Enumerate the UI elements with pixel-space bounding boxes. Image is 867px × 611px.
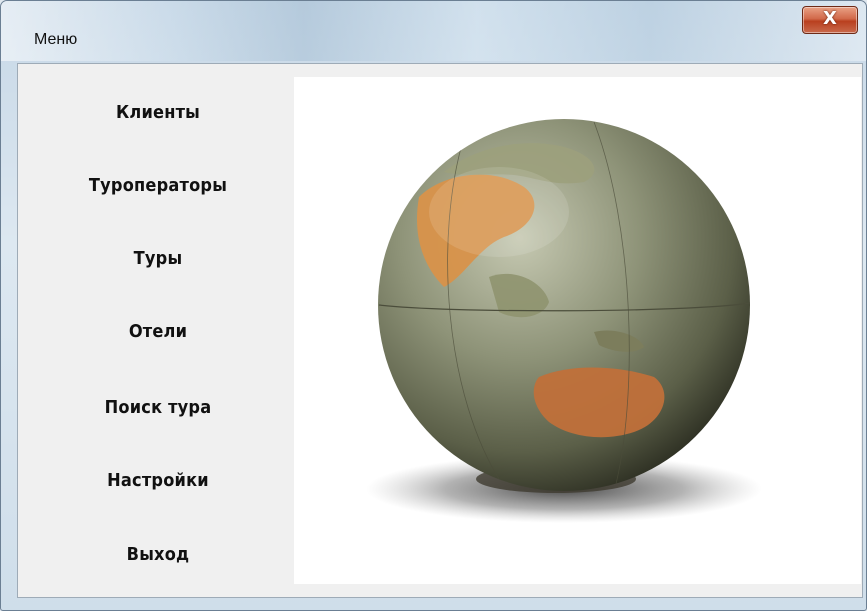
menu-item-settings[interactable]: Настройки xyxy=(18,470,298,491)
client-area: Клиенты Туроператоры Туры Отели Поиск ту… xyxy=(17,63,863,598)
menu-panel: Клиенты Туроператоры Туры Отели Поиск ту… xyxy=(18,64,298,597)
window-title: Меню xyxy=(34,31,78,48)
menu-item-exit[interactable]: Выход xyxy=(18,544,298,565)
globe-picture xyxy=(294,77,861,584)
title-bar[interactable]: Меню X xyxy=(1,1,866,61)
menu-item-hotels[interactable]: Отели xyxy=(18,321,298,342)
globe-image xyxy=(366,119,762,523)
menu-item-tour-operators[interactable]: Туроператоры xyxy=(18,175,298,196)
app-window: Меню X Клиенты Туроператоры Туры Отели П… xyxy=(0,0,867,611)
globe-highlight xyxy=(429,167,569,257)
close-icon: X xyxy=(823,8,837,29)
close-button[interactable]: X xyxy=(802,6,858,34)
menu-item-tour-search[interactable]: Поиск тура xyxy=(18,397,298,418)
menu-item-clients[interactable]: Клиенты xyxy=(18,102,298,123)
menu-item-tours[interactable]: Туры xyxy=(18,248,298,269)
